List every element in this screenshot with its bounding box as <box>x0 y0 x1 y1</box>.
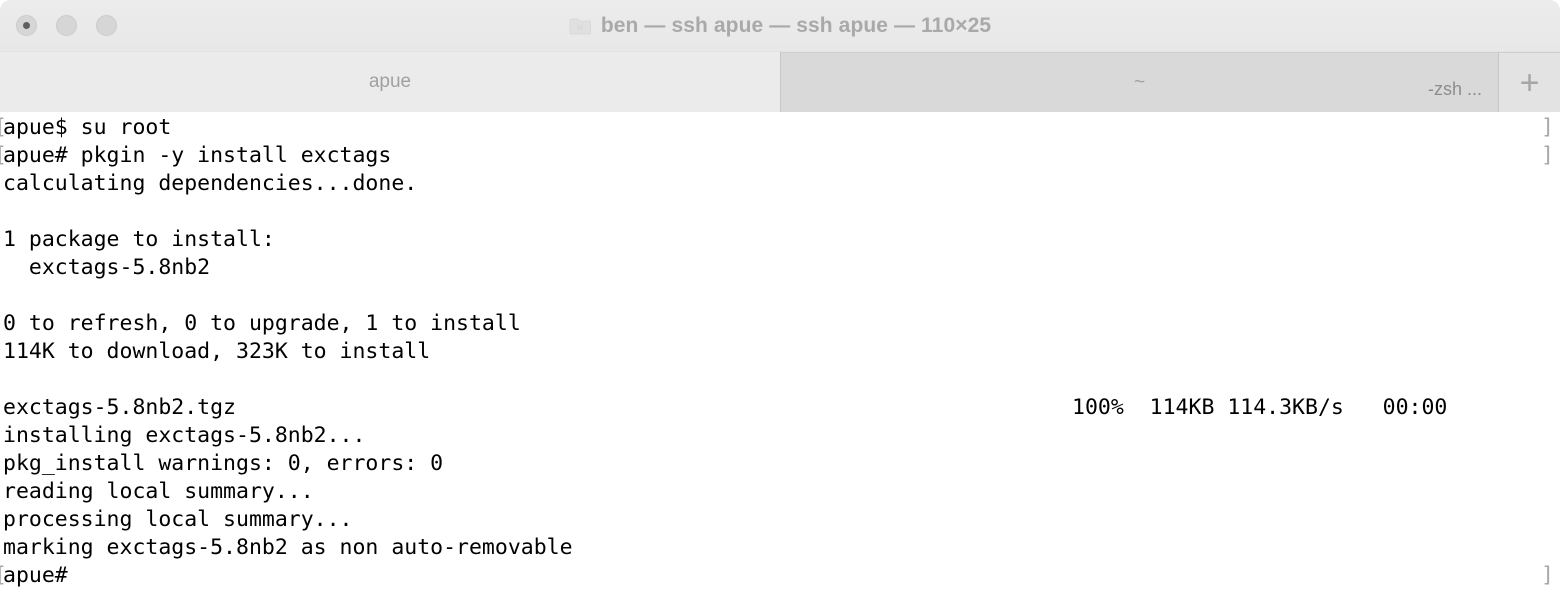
terminal-line: 1 package to install: <box>0 226 1560 254</box>
terminal-line: 114K to download, 323K to install <box>0 338 1560 366</box>
terminal-line: reading local summary... <box>0 478 1560 506</box>
terminal-line: calculating dependencies...done. <box>0 170 1560 198</box>
terminal-line-text: apue# pkgin -y install exctags <box>3 143 392 168</box>
terminal-line-text: apue$ su root <box>3 115 172 140</box>
close-dot-icon <box>23 22 30 29</box>
tab-home-process-label: -zsh ... <box>1427 79 1482 99</box>
close-button[interactable] <box>16 15 37 36</box>
tab-apue[interactable]: apue <box>0 52 780 112</box>
terminal-line-text: marking exctags-5.8nb2 as non auto-remov… <box>3 535 573 560</box>
window-title: ben — ssh apue — ssh apue — 110×25 <box>600 14 992 37</box>
terminal-output-area[interactable]: [apue$ su root][apue# pkgin -y install e… <box>0 112 1560 594</box>
terminal-line-text: installing exctags-5.8nb2... <box>3 423 366 448</box>
terminal-line: exctags-5.8nb2 <box>0 254 1560 282</box>
tab-home-label: ~ <box>1133 71 1146 93</box>
terminal-line-progress: 100% 114KB 114.3KB/s 00:00 <box>1072 395 1448 420</box>
terminal-line-text: 114K to download, 323K to install <box>3 339 431 364</box>
folder-icon <box>569 18 591 35</box>
prompt-bracket-close: ] <box>1541 563 1554 588</box>
terminal-line: [apue#] <box>0 562 1560 590</box>
tab-apue-label: apue <box>368 71 412 92</box>
new-tab-button[interactable]: + <box>1498 52 1560 112</box>
terminal-line-text: processing local summary... <box>3 507 353 532</box>
terminal-line-text: 0 to refresh, 0 to upgrade, 1 to install <box>3 311 521 336</box>
terminal-line: [apue# pkgin -y install exctags] <box>0 142 1560 170</box>
terminal-line: [apue$ su root] <box>0 114 1560 142</box>
terminal-lines: [apue$ su root][apue# pkgin -y install e… <box>0 114 1560 590</box>
title-bar: ben — ssh apue — ssh apue — 110×25 <box>0 0 1560 52</box>
terminal-line: 0 to refresh, 0 to upgrade, 1 to install <box>0 310 1560 338</box>
terminal-line-text: exctags-5.8nb2.tgz <box>3 395 236 420</box>
prompt-bracket-open: [ <box>0 114 7 142</box>
terminal-line: pkg_install warnings: 0, errors: 0 <box>0 450 1560 478</box>
title-container: ben — ssh apue — ssh apue — 110×25 <box>0 0 1560 52</box>
terminal-line: exctags-5.8nb2.tgz 100% 114KB 114.3KB/s 0… <box>0 394 1560 422</box>
prompt-bracket-open: [ <box>0 562 7 590</box>
zoom-button[interactable] <box>96 15 117 36</box>
terminal-line-text: pkg_install warnings: 0, errors: 0 <box>3 451 444 476</box>
prompt-bracket-close: ] <box>1541 143 1554 168</box>
prompt-bracket-close: ] <box>1541 115 1554 140</box>
minimize-button[interactable] <box>56 15 77 36</box>
plus-icon: + <box>1519 63 1540 102</box>
terminal-line: marking exctags-5.8nb2 as non auto-remov… <box>0 534 1560 562</box>
terminal-line: installing exctags-5.8nb2... <box>0 422 1560 450</box>
terminal-window: ben — ssh apue — ssh apue — 110×25 apue … <box>0 0 1560 594</box>
terminal-line-text: 1 package to install: <box>3 227 275 252</box>
tab-home[interactable]: ~ -zsh ... <box>780 52 1498 112</box>
terminal-line-text: calculating dependencies...done. <box>3 171 418 196</box>
terminal-line-text: reading local summary... <box>3 479 314 504</box>
tab-bar: apue ~ -zsh ... + <box>0 52 1560 112</box>
terminal-line-text: apue# <box>3 563 68 588</box>
traffic-light-group <box>16 15 117 36</box>
terminal-line: processing local summary... <box>0 506 1560 534</box>
terminal-line-text: exctags-5.8nb2 <box>3 255 211 280</box>
prompt-bracket-open: [ <box>0 142 7 170</box>
